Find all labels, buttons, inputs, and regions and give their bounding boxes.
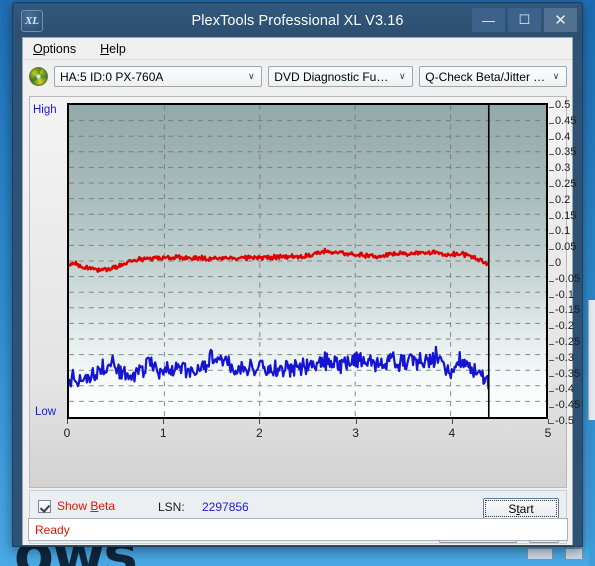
taskbar-item-a[interactable] — [527, 548, 553, 560]
start-button[interactable]: Start — [483, 498, 559, 519]
close-icon[interactable]: ✕ — [544, 8, 577, 32]
y-tick — [549, 186, 554, 187]
x-tick — [451, 419, 453, 424]
menu-item-help-label-rest: elp — [109, 41, 126, 56]
y-tick — [549, 344, 554, 345]
x-tick — [548, 419, 549, 424]
drive-select[interactable]: HA:5 ID:0 PX-760A ∨ — [54, 66, 263, 87]
title-bar[interactable]: XL PlexTools Professional XL V3.16 — ☐ ✕ — [14, 4, 581, 38]
y-tick-label: -0.25 — [555, 336, 581, 348]
x-tick — [355, 419, 357, 424]
x-tick-label: 2 — [256, 426, 263, 440]
disc-icon — [29, 67, 48, 86]
maximize-icon[interactable]: ☐ — [508, 8, 541, 32]
y-tick-label: -0.1 — [555, 288, 574, 301]
chevron-down-icon: ∨ — [247, 71, 255, 81]
app-logo-icon: XL — [21, 10, 43, 32]
y-tick-label: -0.3 — [555, 351, 574, 364]
y-tick-label: -0.45 — [555, 399, 581, 412]
x-tick — [163, 419, 165, 424]
plot-svg — [69, 105, 546, 417]
y-tick-label: -0.05 — [555, 272, 581, 285]
x-tick-label: 1 — [159, 426, 167, 440]
test-select[interactable]: Q-Check Beta/Jitter Test ∨ — [419, 66, 567, 87]
function-select[interactable]: DVD Diagnostic Functions ∨ — [268, 66, 414, 87]
application-window: XL PlexTools Professional XL V3.16 — ☐ ✕… — [12, 2, 583, 547]
menu-item-options-label-rest: ptions — [42, 41, 77, 56]
y-tick-label: 0.4 — [555, 130, 571, 143]
y-tick — [549, 312, 554, 314]
y-tick — [549, 201, 554, 203]
y-tick — [549, 122, 554, 124]
plot-area[interactable] — [67, 103, 548, 419]
minimize-icon[interactable]: — — [472, 8, 505, 32]
y-tick-label: 0.05 — [555, 241, 577, 254]
y-tick-label: -0.4 — [555, 383, 574, 396]
desktop-edge-strip — [589, 0, 595, 566]
y-axis-labels: 0.5 0.45 0.4 0.35 0.3 0.25 0.2 0.15 0.1 0.05 0 -0.0… — [555, 97, 580, 427]
y-tick — [549, 233, 554, 235]
y-tick-label: 0.1 — [555, 225, 571, 238]
show-beta-checkbox[interactable] — [38, 499, 51, 513]
toolbar: HA:5 ID:0 PX-760A ∨ DVD Diagnostic Funct… — [23, 60, 572, 90]
y-tick — [549, 170, 554, 172]
x-tick — [259, 419, 261, 424]
y-tick-label: 0.35 — [555, 146, 577, 159]
y-tick-label: 0.25 — [555, 178, 577, 190]
chart-panel: High Low 0.5 0.45 0.4 0.35 0.3 0.25 0.2 0.15 0.1… — [29, 96, 580, 488]
y-tick — [549, 217, 554, 219]
status-bar: Ready — [28, 518, 568, 541]
x-tick-label: 4 — [448, 426, 456, 440]
y-tick-label: -0.15 — [555, 304, 581, 317]
y-tick-label: -0.35 — [555, 367, 581, 380]
y-tick — [549, 249, 554, 251]
x-tick-label: 0 — [63, 426, 71, 440]
x-tick — [67, 419, 68, 424]
chevron-down-icon: ∨ — [398, 71, 406, 81]
y-tick-label: 0.3 — [555, 162, 571, 175]
x-tick-label: 5 — [544, 426, 552, 440]
y-tick-label: 0 — [555, 257, 562, 269]
y-tick — [549, 407, 554, 409]
y-tick — [549, 359, 554, 361]
y-tick-label: 0.45 — [555, 114, 577, 127]
y-tick — [549, 328, 554, 330]
y-tick-label: -0.2 — [555, 320, 574, 333]
status-text: Ready — [35, 522, 70, 537]
x-tick-label: 3 — [352, 426, 359, 440]
focus-ring — [485, 500, 557, 517]
y-tick — [549, 296, 554, 298]
y-tick — [549, 138, 554, 140]
menu-bar: Options Help — [23, 38, 572, 60]
menu-item-options[interactable]: Options — [29, 40, 80, 58]
x-axis-ticks — [67, 419, 549, 425]
function-select-value: DVD Diagnostic Functions — [274, 69, 394, 84]
y-tick-label: 0.5 — [555, 99, 571, 111]
y-tick — [549, 423, 554, 424]
y-tick-label: -0.5 — [555, 415, 574, 427]
y-tick — [549, 391, 554, 393]
axis-label-low: Low — [35, 406, 57, 418]
background-scrollbar-sliver[interactable] — [588, 300, 595, 420]
y-tick — [549, 107, 554, 108]
show-beta-label: Show Beta — [57, 499, 116, 513]
y-tick-label: 0.2 — [555, 193, 571, 206]
y-tick — [549, 280, 554, 282]
taskbar-item-b[interactable] — [565, 548, 583, 560]
test-select-value: Q-Check Beta/Jitter Test — [425, 69, 548, 84]
y-tick-label: 0.15 — [555, 209, 577, 222]
client-area: Options Help HA:5 ID:0 PX-760A ∨ DVD Dia… — [22, 37, 580, 545]
x-axis-labels: 0 1 2 3 4 5 — [63, 426, 552, 444]
y-tick — [549, 375, 554, 377]
axis-label-high: High — [33, 104, 57, 116]
show-beta-row[interactable]: Show Beta — [38, 499, 115, 513]
menu-item-help[interactable]: Help — [96, 40, 130, 58]
y-tick — [549, 154, 554, 156]
chevron-down-icon: ∨ — [552, 71, 560, 81]
drive-select-value: HA:5 ID:0 PX-760A — [60, 69, 164, 84]
y-tick — [549, 265, 554, 266]
lsn-label: LSN: — [158, 500, 185, 514]
window-controls: — ☐ ✕ — [472, 7, 577, 32]
lsn-value: 2297856 — [202, 500, 249, 514]
